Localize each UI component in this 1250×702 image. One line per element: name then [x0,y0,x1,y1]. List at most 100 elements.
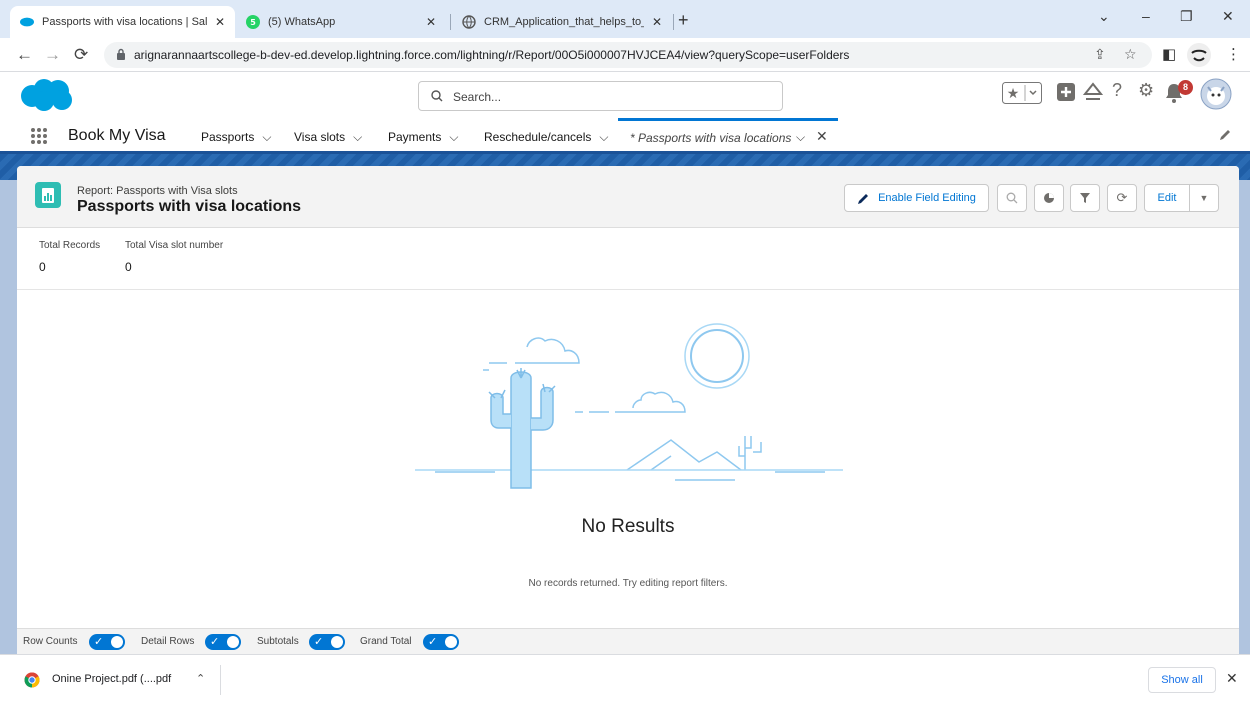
close-downloads-icon[interactable]: ✕ [1226,670,1238,687]
chrome-pdf-icon [24,672,40,688]
whatsapp-favicon-icon: 5 [246,15,260,29]
setup-gear-icon[interactable]: ⚙ [1138,80,1154,101]
search-placeholder: Search... [453,90,502,104]
enable-field-editing-button[interactable]: Enable Field Editing [844,184,989,212]
restore-icon[interactable]: ❐ [1180,8,1193,25]
global-search-input[interactable]: Search... [418,81,783,111]
trailhead-guidance-icon[interactable] [1082,82,1104,102]
nav-item-label: Visa slots [294,130,346,144]
salesforce-favicon-icon [20,17,34,27]
browser-toolbar: ← → ⟳ arignarannaartscollege-b-dev-ed.de… [0,38,1250,72]
browser-menu-icon[interactable]: ⋮ [1226,45,1241,63]
help-icon[interactable]: ? [1112,80,1122,101]
nav-item-passports[interactable]: Passports ⌵ [201,130,271,145]
report-footer-toggles: Row Counts ✓ Detail Rows ✓ Subtotals ✓ G… [17,628,1239,654]
close-tab-icon[interactable]: ✕ [426,15,436,29]
svg-text:5: 5 [250,18,256,27]
report-type-label: Report: Passports with Visa slots [77,185,238,197]
app-launcher-icon[interactable] [30,127,48,145]
subtotals-toggle[interactable]: ✓ [309,634,345,650]
app-name: Book My Visa [68,127,166,144]
bookmark-star-icon[interactable]: ☆ [1124,46,1137,63]
pencil-icon [858,193,869,204]
empty-state-message: No records returned. Try editing report … [528,578,728,589]
check-icon: ✓ [210,636,220,648]
summary-value: 0 [125,260,132,274]
more-actions-button[interactable]: ▼ [1189,184,1219,212]
search-report-button[interactable] [997,184,1027,212]
enable-field-editing-label: Enable Field Editing [878,192,976,204]
share-icon[interactable]: ⇪ [1094,46,1106,63]
refresh-button[interactable]: ⟳ [1107,184,1137,212]
check-icon: ✓ [314,636,324,648]
tab-label: (5) WhatsApp [268,16,336,28]
new-tab-button[interactable]: + [678,10,689,31]
reload-icon[interactable]: ⟳ [74,45,88,65]
report-card: Report: Passports with Visa slots Passpo… [17,166,1239,654]
back-arrow-icon[interactable]: ← [16,45,33,65]
chevron-down-icon[interactable]: ⌵ [599,130,608,144]
nav-item-visa-slots[interactable]: Visa slots ⌵ [294,130,362,145]
report-header: Report: Passports with Visa slots Passpo… [17,166,1239,228]
empty-desert-illustration [415,323,843,489]
app-navigation-bar: Book My Visa Passports ⌵ Visa slots ⌵ Paym… [0,118,1250,154]
browser-tab-strip: Passports with visa locations | Sal ✕ 5 … [0,0,1250,38]
chevron-down-icon[interactable]: ⌵ [353,130,362,144]
summary-label: Total Visa slot number [125,240,224,251]
pie-chart-icon [1044,193,1054,203]
svg-text:★: ★ [1007,86,1020,102]
nav-item-label: Reschedule/cancels [484,130,592,144]
minimize-icon[interactable]: – [1142,8,1150,24]
tab-search-icon[interactable]: ⌄ [1098,8,1110,25]
favorites-icon[interactable]: ★ [1002,82,1042,104]
empty-state-title: No Results [581,516,675,537]
summary-label: Total Records [39,240,101,251]
search-icon [1006,192,1018,204]
user-avatar-icon[interactable] [1200,78,1232,110]
check-icon: ✓ [428,636,438,648]
notification-count-badge: 8 [1178,80,1193,95]
filter-button[interactable] [1070,184,1100,212]
close-tab-icon[interactable]: ✕ [652,15,662,29]
downloads-bar: Onine Project.pdf (....pdf ⌃ Show all ✕ [0,654,1250,702]
forward-arrow-icon[interactable]: → [44,45,61,65]
chevron-up-icon[interactable]: ⌃ [196,672,205,685]
close-tab-icon[interactable]: ✕ [215,15,225,29]
chevron-down-icon[interactable]: ⌵ [262,130,271,144]
salesforce-logo-icon[interactable] [18,78,74,112]
nav-tab-passports-with-visa-locations[interactable]: * Passports with visa locations ⌵ ✕ [618,118,838,151]
show-all-button[interactable]: Show all [1148,667,1216,693]
toggle-label: Row Counts [23,636,78,647]
nav-tab-label: * Passports with visa locations [630,131,792,145]
nav-item-label: Passports [201,130,255,144]
check-icon: ✓ [94,636,104,648]
edit-button[interactable]: Edit [1144,184,1190,212]
chevron-down-icon[interactable]: ⌵ [796,130,805,145]
report-icon [35,182,61,208]
profile-avatar-icon[interactable] [1186,42,1212,68]
nav-item-reschedule-cancels[interactable]: Reschedule/cancels ⌵ [484,130,609,145]
chart-button[interactable] [1034,184,1064,212]
nav-item-payments[interactable]: Payments ⌵ [388,130,458,145]
edit-nav-pencil-icon[interactable] [1218,128,1232,142]
sidepanel-icon[interactable]: ◧ [1162,45,1176,63]
chevron-down-icon[interactable]: ⌵ [449,130,458,144]
browser-tab-whatsapp[interactable]: 5 (5) WhatsApp ✕ [236,6,446,38]
close-icon[interactable]: ✕ [816,128,828,145]
tab-label: Passports with visa locations | Sal [42,16,207,28]
filter-icon [1080,193,1090,203]
search-icon [431,90,443,102]
globe-icon [462,15,476,29]
window-close-icon[interactable]: ✕ [1222,8,1234,25]
row-counts-toggle[interactable]: ✓ [89,634,125,650]
download-file-name[interactable]: Onine Project.pdf (....pdf [52,673,171,685]
divider [220,665,221,695]
tab-divider [673,14,674,30]
detail-rows-toggle[interactable]: ✓ [205,634,241,650]
address-bar[interactable]: arignarannaartscollege-b-dev-ed.develop.… [104,42,1152,68]
tab-label: CRM_Application_that_helps_to_ [484,16,644,28]
browser-tab-crm[interactable]: CRM_Application_that_helps_to_ ✕ [452,6,672,38]
grand-total-toggle[interactable]: ✓ [423,634,459,650]
browser-tab-report[interactable]: Passports with visa locations | Sal ✕ [10,6,235,38]
global-actions-icon[interactable] [1056,82,1076,102]
